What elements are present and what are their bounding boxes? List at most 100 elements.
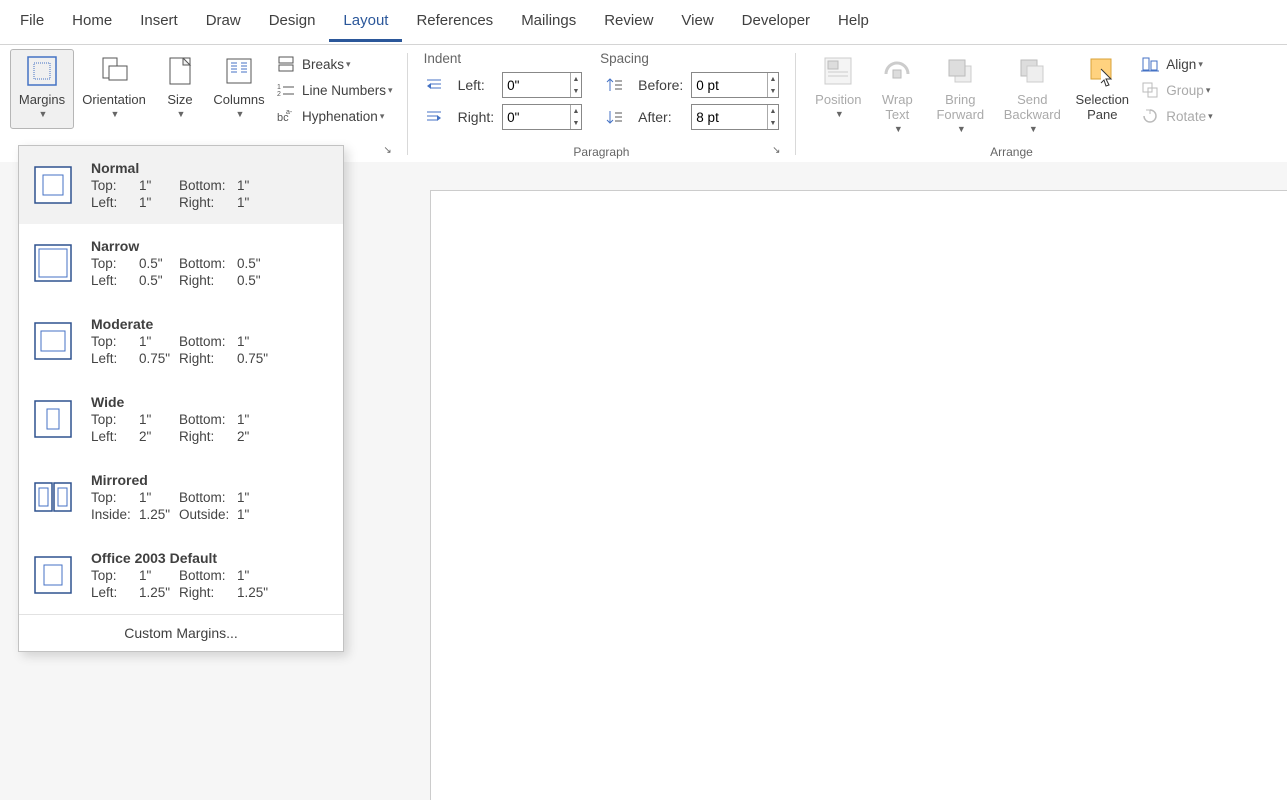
tab-review[interactable]: Review <box>590 2 667 42</box>
spin-up[interactable]: ▲ <box>571 105 582 117</box>
spin-up[interactable]: ▲ <box>768 73 779 85</box>
line-numbers-button[interactable]: 12 Line Numbers ▾ <box>272 77 397 103</box>
space-after-input[interactable]: ▲▼ <box>691 104 779 130</box>
chevron-down-icon: ▾ <box>1208 111 1213 122</box>
wrap-text-icon <box>880 54 914 88</box>
ribbon-tabs: File Home Insert Draw Design Layout Refe… <box>0 0 1287 45</box>
tab-draw[interactable]: Draw <box>192 2 255 42</box>
columns-button[interactable]: Columns ▼ <box>206 49 272 129</box>
rotate-button[interactable]: Rotate ▾ <box>1136 103 1216 129</box>
position-icon <box>821 54 855 88</box>
send-backward-icon <box>1015 54 1049 88</box>
indent-right-label: Right: <box>458 109 495 125</box>
chevron-down-icon: ▾ <box>380 111 385 122</box>
breaks-button[interactable]: Breaks ▾ <box>272 51 397 77</box>
space-after-value[interactable] <box>692 105 766 129</box>
spin-down[interactable]: ▼ <box>768 85 779 97</box>
chevron-down-icon: ▾ <box>1206 85 1211 96</box>
tab-mailings[interactable]: Mailings <box>507 2 590 42</box>
hyphenation-label: Hyphenation <box>302 109 378 124</box>
align-icon <box>1140 54 1160 74</box>
chevron-down-icon: ▾ <box>346 59 351 70</box>
size-label: Size <box>167 92 192 107</box>
position-button[interactable]: Position ▼ <box>806 49 870 140</box>
tab-layout[interactable]: Layout <box>329 2 402 42</box>
chevron-down-icon: ▼ <box>39 107 48 122</box>
indent-left-label: Left: <box>458 77 495 93</box>
paragraph-launcher[interactable]: ↘ <box>769 145 783 159</box>
line-numbers-label: Line Numbers <box>302 83 386 98</box>
tab-insert[interactable]: Insert <box>126 2 192 42</box>
custom-margins-button[interactable]: Custom Margins... <box>19 615 343 651</box>
spin-down[interactable]: ▼ <box>571 85 582 97</box>
columns-label: Columns <box>213 92 264 107</box>
tab-home[interactable]: Home <box>58 2 126 42</box>
breaks-icon <box>276 54 296 74</box>
margins-option-wide[interactable]: Wide Top:1"Bottom:1" Left:2"Right:2" <box>19 380 343 458</box>
margins-option-moderate[interactable]: Moderate Top:1"Bottom:1" Left:0.75"Right… <box>19 302 343 380</box>
orientation-label: Orientation <box>82 92 146 107</box>
chevron-down-icon: ▼ <box>894 122 903 137</box>
indent-left-input[interactable]: ▲▼ <box>502 72 582 98</box>
tab-design[interactable]: Design <box>255 2 330 42</box>
document-page[interactable] <box>430 190 1287 800</box>
columns-icon <box>222 54 256 88</box>
size-icon <box>163 54 197 88</box>
margins-option-normal[interactable]: Normal Top:1"Bottom:1" Left:1"Right:1" <box>19 146 343 224</box>
margins-option-office2003[interactable]: Office 2003 Default Top:1"Bottom:1" Left… <box>19 536 343 614</box>
preset-name: Moderate <box>91 316 331 332</box>
margins-button[interactable]: Margins ▼ <box>10 49 74 129</box>
svg-text:2: 2 <box>277 91 281 98</box>
svg-text:1: 1 <box>277 84 281 91</box>
preset-name: Normal <box>91 160 331 176</box>
send-backward-button[interactable]: Send Backward ▼ <box>996 49 1068 140</box>
tab-developer[interactable]: Developer <box>728 2 824 42</box>
align-label: Align <box>1166 57 1196 72</box>
indent-right-input[interactable]: ▲▼ <box>502 104 582 130</box>
spin-up[interactable]: ▲ <box>768 105 779 117</box>
spin-up[interactable]: ▲ <box>571 73 582 85</box>
group-paragraph: Indent Spacing Left: ▲▼ Before: ▲▼ Right… <box>414 45 790 163</box>
bring-forward-button[interactable]: Bring Forward ▼ <box>924 49 996 140</box>
orientation-icon <box>97 54 131 88</box>
selection-pane-button[interactable]: Selection Pane <box>1068 49 1136 140</box>
spacing-heading: Spacing <box>590 51 779 66</box>
group-objects-button[interactable]: Group ▾ <box>1136 77 1216 103</box>
preset-name: Narrow <box>91 238 331 254</box>
space-before-input[interactable]: ▲▼ <box>691 72 779 98</box>
hyphenation-button[interactable]: bca- Hyphenation ▾ <box>272 103 397 129</box>
orientation-button[interactable]: Orientation ▼ <box>74 49 154 129</box>
chevron-down-icon: ▼ <box>835 107 844 122</box>
tab-references[interactable]: References <box>402 2 507 42</box>
hyphenation-icon: bca- <box>276 106 296 126</box>
tab-help[interactable]: Help <box>824 2 883 42</box>
group-icon <box>1140 80 1160 100</box>
space-after-label: After: <box>638 109 683 125</box>
margins-option-mirrored[interactable]: Mirrored Top:1"Bottom:1" Inside:1.25"Out… <box>19 458 343 536</box>
spin-down[interactable]: ▼ <box>571 117 582 129</box>
wrap-text-button[interactable]: Wrap Text ▼ <box>870 49 924 140</box>
chevron-down-icon: ▼ <box>957 122 966 137</box>
align-button[interactable]: Align ▾ <box>1136 51 1216 77</box>
rotate-label: Rotate <box>1166 109 1206 124</box>
bring-forward-label: Bring Forward <box>927 92 993 122</box>
indent-right-value[interactable] <box>503 105 570 129</box>
svg-text:a-: a- <box>286 109 293 116</box>
spin-down[interactable]: ▼ <box>768 117 779 129</box>
line-numbers-icon: 12 <box>276 80 296 100</box>
chevron-down-icon: ▼ <box>177 107 186 122</box>
tab-file[interactable]: File <box>6 2 58 42</box>
margins-preset-icon <box>31 553 75 597</box>
space-before-value[interactable] <box>692 73 766 97</box>
page-setup-launcher[interactable]: ↘ <box>381 145 395 159</box>
indent-left-value[interactable] <box>503 73 570 97</box>
chevron-down-icon: ▾ <box>1198 59 1203 70</box>
margins-preset-icon <box>31 475 75 519</box>
margins-icon <box>25 54 59 88</box>
size-button[interactable]: Size ▼ <box>154 49 206 129</box>
rotate-icon <box>1140 106 1160 126</box>
group-label-arrange: Arrange <box>806 145 1216 161</box>
margins-option-narrow[interactable]: Narrow Top:0.5"Bottom:0.5" Left:0.5"Righ… <box>19 224 343 302</box>
tab-view[interactable]: View <box>667 2 727 42</box>
preset-name: Wide <box>91 394 331 410</box>
